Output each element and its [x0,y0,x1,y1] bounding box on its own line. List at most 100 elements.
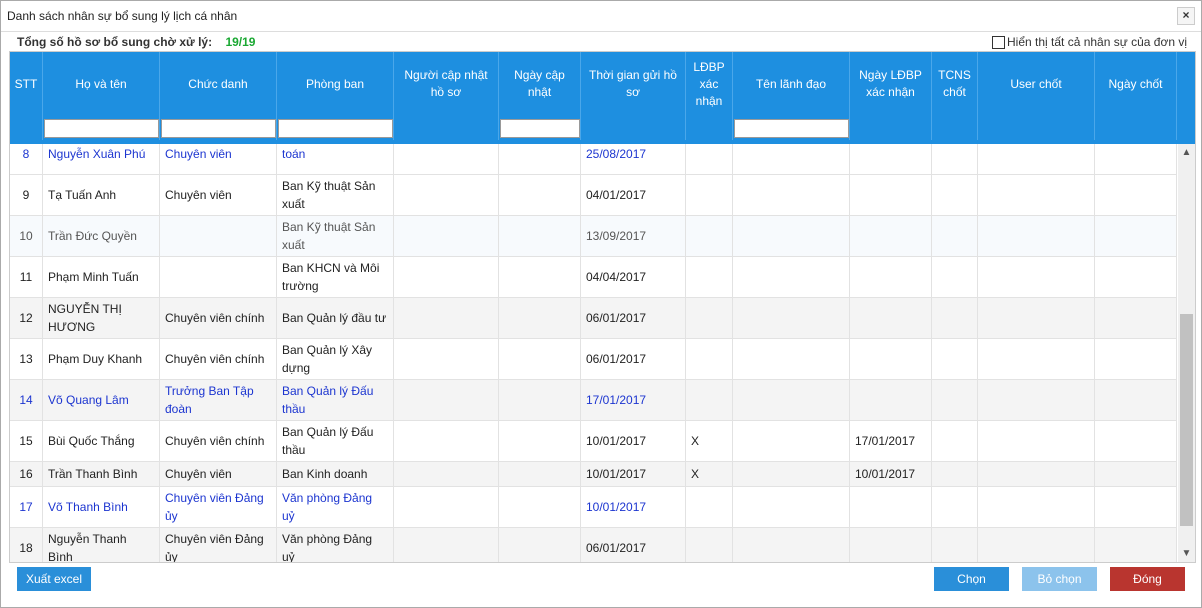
cell-close-date [1095,298,1177,338]
column-header-name[interactable]: Họ và tên [43,52,160,116]
table-row[interactable]: 10 Trần Đức Quyền Ban Kỹ thuật Sản xuất 13/… [10,216,1177,257]
filter-input-name[interactable] [44,118,159,138]
column-header-stt[interactable]: STT [10,52,43,116]
cell-title: Chuyên viên chính [160,421,277,461]
filter-cell-close-date [1095,116,1177,140]
show-all-checkbox[interactable] [992,35,1005,49]
staff-grid: STT Họ và tên Chức danh Phòng ban Người cập … [9,51,1196,563]
cell-title: Trưởng Ban Tập đoàn [160,380,277,420]
table-row[interactable]: 13 Phạm Duy Khanh Chuyên viên chính Ban Quả… [10,339,1177,380]
cell-ldbp-confirm: X [686,462,733,486]
pending-summary: Tổng số hồ sơ bổ sung chờ xử lý: 19/19 [17,35,255,49]
cell-ldbp-date: 10/01/2017 [850,462,932,486]
column-header-close-date[interactable]: Ngày chốt [1095,52,1177,116]
cell-sent-time: 25/08/2017 [581,144,686,174]
filter-input-update-date[interactable] [500,118,580,138]
scroll-down-icon[interactable]: ▼ [1178,545,1195,562]
column-header-ldbp-date[interactable]: Ngày LĐBP xác nhận [850,52,932,116]
cell-leader-name [733,216,850,256]
cell-ldbp-date: 17/01/2017 [850,421,932,461]
column-header-update-date[interactable]: Ngày cập nhật [499,52,581,116]
cell-updater [394,339,499,379]
table-row[interactable]: 15 Bùi Quốc Thắng Chuyên viên chính Ban Quả… [10,421,1177,462]
scroll-thumb[interactable] [1180,314,1193,526]
cell-title: Chuyên viên chính [160,339,277,379]
column-header-department[interactable]: Phòng ban [277,52,394,116]
cell-title [160,257,277,297]
scroll-up-icon[interactable]: ▲ [1178,144,1195,161]
filter-cell-update-date [499,116,581,140]
cell-ldbp-confirm: X [686,421,733,461]
cell-leader-name [733,257,850,297]
cell-stt: 16 [10,462,43,486]
select-button[interactable]: Chọn [934,567,1009,591]
column-header-title[interactable]: Chức danh [160,52,277,116]
filter-input-department[interactable] [278,118,393,138]
table-row[interactable]: 9 Tạ Tuấn Anh Chuyên viên Ban Kỹ thuật Sản … [10,175,1177,216]
header-row: STT Họ và tên Chức danh Phòng ban Người cập … [10,52,1177,116]
cell-ldbp-confirm [686,175,733,215]
cell-update-date [499,487,581,527]
grid-header: STT Họ và tên Chức danh Phòng ban Người cập … [10,52,1195,144]
column-header-sent-time[interactable]: Thời gian gửi hồ sơ [581,52,686,116]
cell-tcns-close [932,462,978,486]
cell-update-date [499,462,581,486]
cell-stt: 12 [10,298,43,338]
close-button[interactable]: Đóng [1110,567,1185,591]
cell-sent-time: 04/01/2017 [581,175,686,215]
cell-ldbp-confirm [686,144,733,174]
cell-updater [394,528,499,562]
cell-close-date [1095,144,1177,174]
filter-cell-ldbp-confirm [686,116,733,140]
column-header-updater[interactable]: Người cập nhật hồ sơ [394,52,499,116]
cell-name: Trần Đức Quyền [43,216,160,256]
cell-close-user [978,257,1095,297]
cell-stt: 18 [10,528,43,562]
column-header-tcns-close[interactable]: TCNS chốt [932,52,978,116]
vertical-scrollbar[interactable]: ▲ ▼ [1178,144,1195,562]
column-header-leader-name[interactable]: Tên lãnh đạo [733,52,850,116]
cell-ldbp-date [850,298,932,338]
cell-leader-name [733,339,850,379]
cell-name: Nguyễn Xuân Phú [43,144,160,174]
column-header-close-user[interactable]: User chốt [978,52,1095,116]
cell-close-date [1095,175,1177,215]
cell-leader-name [733,380,850,420]
table-row[interactable]: 11 Phạm Minh Tuấn Ban KHCN và Môi trường 04… [10,257,1177,298]
cell-tcns-close [932,487,978,527]
cell-department: Ban Quản lý Xây dựng [277,339,394,379]
cell-sent-time: 10/01/2017 [581,462,686,486]
table-row[interactable]: 16 Trần Thanh Bình Chuyên viên Ban Kinh doa… [10,462,1177,487]
cell-close-user [978,339,1095,379]
export-excel-button[interactable]: Xuất excel [17,567,91,591]
cell-close-user [978,175,1095,215]
cell-ldbp-date [850,257,932,297]
cell-department: Văn phòng Đảng uỷ [277,487,394,527]
table-row[interactable]: 8 Nguyễn Xuân Phú Chuyên viên toán 25/08/201… [10,144,1177,175]
table-row[interactable]: 17 Võ Thanh Bình Chuyên viên Đảng ủy Văn ph… [10,487,1177,528]
table-row[interactable]: 12 NGUYỄN THỊ HƯƠNG Chuyên viên chính Ban Q… [10,298,1177,339]
deselect-button[interactable]: Bỏ chọn [1022,567,1097,591]
grid-rows: 8 Nguyễn Xuân Phú Chuyên viên toán 25/08/201… [10,144,1177,562]
cell-update-date [499,528,581,562]
filter-input-title[interactable] [161,118,276,138]
summary-label: Tổng số hồ sơ bổ sung chờ xử lý: [17,35,213,49]
cell-name: Phạm Minh Tuấn [43,257,160,297]
cell-updater [394,380,499,420]
cell-department: Văn phòng Đảng uỷ [277,528,394,562]
cell-stt: 9 [10,175,43,215]
cell-stt: 8 [10,144,43,174]
cell-ldbp-date [850,380,932,420]
filter-cell-sent-time [581,116,686,140]
table-row[interactable]: 14 Võ Quang Lâm Trưởng Ban Tập đoàn Ban Quả… [10,380,1177,421]
filter-input-leader-name[interactable] [734,118,849,138]
close-icon[interactable]: × [1177,7,1195,25]
cell-update-date [499,257,581,297]
cell-sent-time: 06/01/2017 [581,339,686,379]
cell-update-date [499,144,581,174]
table-row[interactable]: 18 Nguyễn Thanh Bình Chuyên viên Đảng ủy Vă… [10,528,1177,562]
cell-ldbp-date [850,216,932,256]
show-all-toggle[interactable]: Hiển thị tất cả nhân sự của đơn vị [992,35,1187,49]
column-header-ldbp-confirm[interactable]: LĐBP xác nhận [686,52,733,116]
cell-stt: 15 [10,421,43,461]
